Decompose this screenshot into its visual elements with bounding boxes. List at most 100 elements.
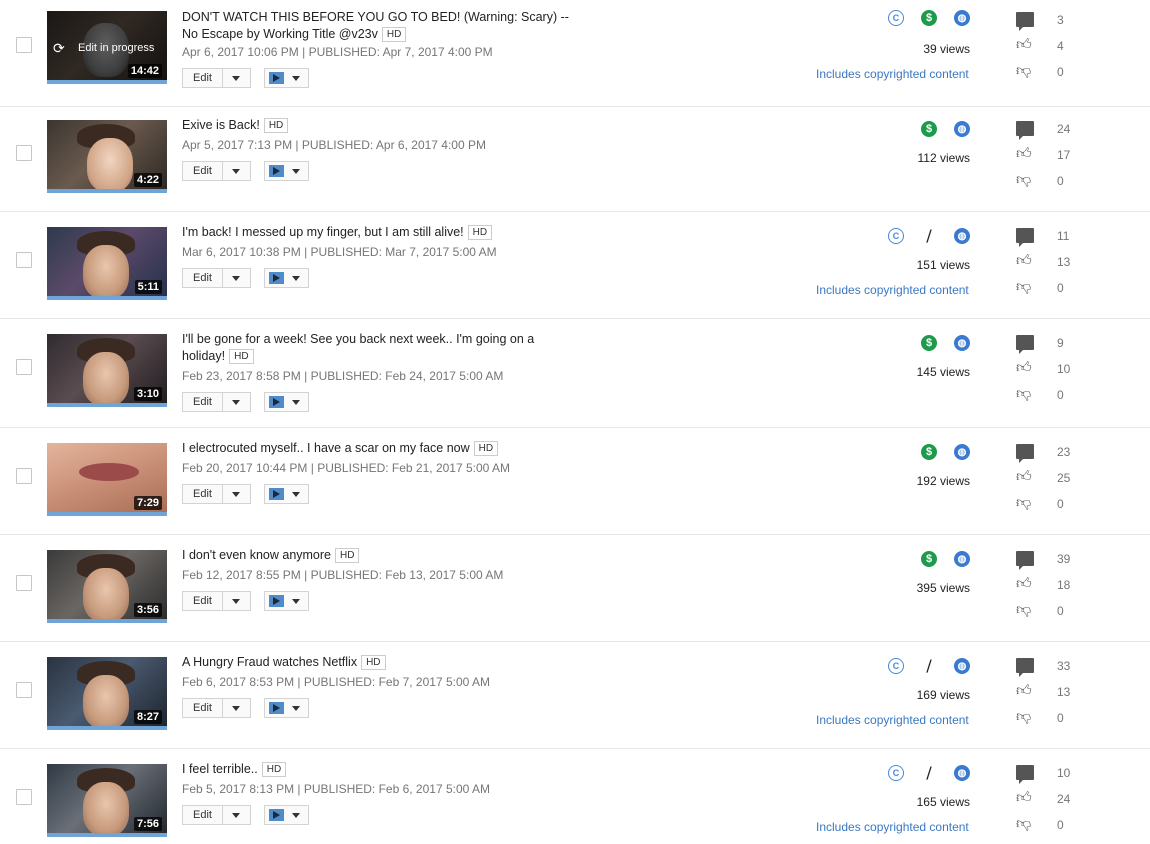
public-globe-icon[interactable]: ◍ <box>954 765 970 781</box>
comment-count[interactable]: 3 <box>1057 13 1064 27</box>
edit-button[interactable]: Edit <box>183 806 223 824</box>
edit-dropdown-toggle[interactable] <box>223 485 250 503</box>
row-checkbox[interactable] <box>16 145 32 161</box>
like-count[interactable]: 18 <box>1057 578 1070 592</box>
promote-dropdown-toggle[interactable] <box>284 806 308 824</box>
promote-button[interactable] <box>263 805 309 825</box>
promote-button[interactable] <box>263 268 309 288</box>
edit-button[interactable]: Edit <box>183 269 223 287</box>
promote-dropdown-toggle[interactable] <box>284 269 308 287</box>
dislike-count[interactable]: 0 <box>1057 174 1064 188</box>
comment-count[interactable]: 23 <box>1057 445 1070 459</box>
view-count[interactable]: 112 views <box>870 151 970 165</box>
comment-count[interactable]: 10 <box>1057 766 1070 780</box>
copyright-icon[interactable]: C <box>888 228 904 244</box>
edit-button[interactable]: Edit <box>183 592 223 610</box>
edit-button[interactable]: Edit <box>183 393 223 411</box>
public-globe-icon[interactable]: ◍ <box>954 335 970 351</box>
public-globe-icon[interactable]: ◍ <box>954 228 970 244</box>
like-count[interactable]: 17 <box>1057 148 1070 162</box>
copyright-claim-link[interactable]: Includes copyrighted content <box>816 713 969 727</box>
dislike-count[interactable]: 0 <box>1057 604 1064 618</box>
row-checkbox[interactable] <box>16 252 32 268</box>
video-title-link[interactable]: I'll be gone for a week! See you back ne… <box>182 331 562 365</box>
promote-dropdown-toggle[interactable] <box>284 592 308 610</box>
view-count[interactable]: 395 views <box>870 581 970 595</box>
monetized-icon[interactable]: $ <box>921 121 937 137</box>
promote-button[interactable] <box>263 484 309 504</box>
edit-dropdown-toggle[interactable] <box>223 806 250 824</box>
monetized-icon[interactable]: $ <box>921 335 937 351</box>
comment-count[interactable]: 11 <box>1057 229 1069 243</box>
edit-button[interactable]: Edit <box>183 699 223 717</box>
row-checkbox[interactable] <box>16 37 32 53</box>
dislike-count[interactable]: 0 <box>1057 65 1064 79</box>
copyright-claim-link[interactable]: Includes copyrighted content <box>816 820 969 834</box>
promote-dropdown-toggle[interactable] <box>284 393 308 411</box>
view-count[interactable]: 151 views <box>870 258 970 272</box>
promote-button[interactable] <box>263 698 309 718</box>
video-title-link[interactable]: I feel terrible.. HD <box>182 761 572 778</box>
dislike-count[interactable]: 0 <box>1057 281 1064 295</box>
video-title-link[interactable]: I'm back! I messed up my finger, but I a… <box>182 224 572 241</box>
comment-count[interactable]: 9 <box>1057 336 1064 350</box>
dislike-count[interactable]: 0 <box>1057 818 1064 832</box>
dislike-count[interactable]: 0 <box>1057 497 1064 511</box>
edit-dropdown-toggle[interactable] <box>223 69 250 87</box>
row-checkbox[interactable] <box>16 468 32 484</box>
comment-count[interactable]: 33 <box>1057 659 1070 673</box>
promote-button[interactable] <box>263 591 309 611</box>
like-count[interactable]: 10 <box>1057 362 1070 376</box>
copyright-icon[interactable]: C <box>888 765 904 781</box>
copyright-icon[interactable]: C <box>888 10 904 26</box>
like-count[interactable]: 4 <box>1057 39 1064 53</box>
like-count[interactable]: 13 <box>1057 685 1070 699</box>
video-title-link[interactable]: Exive is Back! HD <box>182 117 572 134</box>
public-globe-icon[interactable]: ◍ <box>954 551 970 567</box>
edit-button[interactable]: Edit <box>183 162 223 180</box>
public-globe-icon[interactable]: ◍ <box>954 658 970 674</box>
copyright-claim-link[interactable]: Includes copyrighted content <box>816 283 969 297</box>
edit-dropdown-toggle[interactable] <box>223 592 250 610</box>
view-count[interactable]: 165 views <box>870 795 970 809</box>
public-globe-icon[interactable]: ◍ <box>954 10 970 26</box>
monetized-icon[interactable]: $ <box>921 551 937 567</box>
promote-dropdown-toggle[interactable] <box>284 69 308 87</box>
view-count[interactable]: 39 views <box>870 42 970 56</box>
public-globe-icon[interactable]: ◍ <box>954 121 970 137</box>
promote-button[interactable] <box>263 68 309 88</box>
promote-dropdown-toggle[interactable] <box>284 699 308 717</box>
edit-dropdown-toggle[interactable] <box>223 162 250 180</box>
comment-count[interactable]: 24 <box>1057 122 1070 136</box>
dislike-count[interactable]: 0 <box>1057 388 1064 402</box>
copyright-icon[interactable]: C <box>888 658 904 674</box>
view-count[interactable]: 145 views <box>870 365 970 379</box>
video-title-link[interactable]: DON'T WATCH THIS BEFORE YOU GO TO BED! (… <box>182 9 572 43</box>
like-count[interactable]: 24 <box>1057 792 1070 806</box>
edit-dropdown-toggle[interactable] <box>223 269 250 287</box>
promote-dropdown-toggle[interactable] <box>284 162 308 180</box>
row-checkbox[interactable] <box>16 789 32 805</box>
edit-dropdown-toggle[interactable] <box>223 699 250 717</box>
edit-button[interactable]: Edit <box>183 69 223 87</box>
video-title-link[interactable]: A Hungry Fraud watches Netflix HD <box>182 654 572 671</box>
edit-dropdown-toggle[interactable] <box>223 393 250 411</box>
video-title-link[interactable]: I don't even know anymore HD <box>182 547 572 564</box>
not-monetized-icon[interactable]: ⧸ <box>921 228 937 244</box>
not-monetized-icon[interactable]: ⧸ <box>921 658 937 674</box>
promote-button[interactable] <box>263 161 309 181</box>
edit-button[interactable]: Edit <box>183 485 223 503</box>
view-count[interactable]: 169 views <box>870 688 970 702</box>
row-checkbox[interactable] <box>16 575 32 591</box>
promote-dropdown-toggle[interactable] <box>284 485 308 503</box>
dislike-count[interactable]: 0 <box>1057 711 1064 725</box>
monetized-icon[interactable]: $ <box>921 444 937 460</box>
row-checkbox[interactable] <box>16 359 32 375</box>
view-count[interactable]: 192 views <box>870 474 970 488</box>
like-count[interactable]: 25 <box>1057 471 1070 485</box>
public-globe-icon[interactable]: ◍ <box>954 444 970 460</box>
like-count[interactable]: 13 <box>1057 255 1070 269</box>
copyright-claim-link[interactable]: Includes copyrighted content <box>816 67 969 81</box>
promote-button[interactable] <box>263 392 309 412</box>
not-monetized-icon[interactable]: ⧸ <box>921 765 937 781</box>
